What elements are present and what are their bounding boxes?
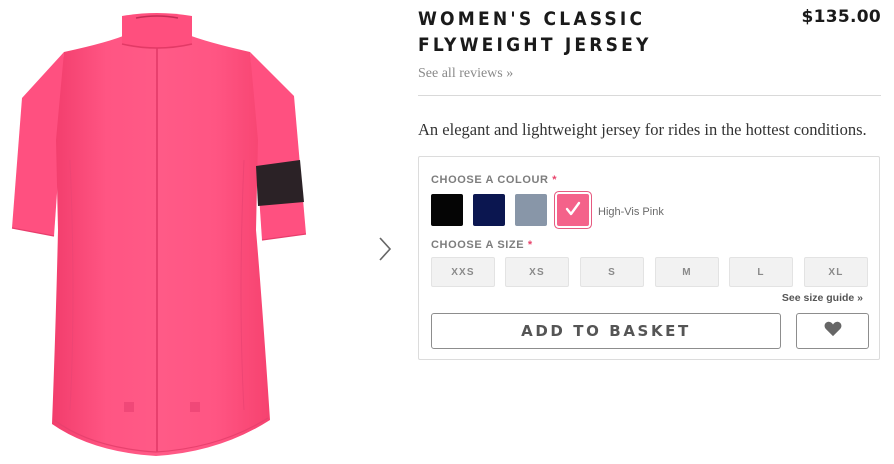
size-option-xxs[interactable]: XXS bbox=[431, 257, 495, 287]
product-description: An elegant and lightweight jersey for ri… bbox=[418, 120, 867, 139]
size-option-xl[interactable]: XL bbox=[804, 257, 868, 287]
size-option-l[interactable]: L bbox=[729, 257, 793, 287]
add-to-basket-button[interactable]: ADD TO BASKET bbox=[431, 313, 781, 349]
product-title-line2: FLYWEIGHT JERSEY bbox=[418, 34, 652, 56]
product-options-panel: CHOOSE A COLOUR * High-Vis Pink CHOOSE A… bbox=[418, 156, 880, 360]
product-price: $135.00 bbox=[801, 7, 881, 27]
colour-swatch-navy[interactable] bbox=[473, 194, 505, 226]
product-title-line1: WOMEN'S CLASSIC bbox=[418, 8, 646, 30]
size-option-xs[interactable]: XS bbox=[505, 257, 569, 287]
heart-icon bbox=[824, 321, 842, 342]
colour-label: CHOOSE A COLOUR * bbox=[431, 174, 558, 186]
jersey-image bbox=[11, 13, 307, 456]
see-all-reviews-link[interactable]: See all reviews » bbox=[418, 66, 513, 82]
chevron-right-icon bbox=[378, 236, 392, 267]
required-mark: * bbox=[527, 239, 533, 251]
size-option-m[interactable]: M bbox=[655, 257, 719, 287]
checkmark-icon bbox=[565, 201, 581, 222]
selected-colour-name: High-Vis Pink bbox=[598, 206, 664, 218]
next-image-button[interactable] bbox=[372, 236, 398, 266]
wishlist-button[interactable] bbox=[796, 313, 869, 349]
size-selector: XXS XS S M L XL bbox=[431, 257, 869, 289]
colour-swatch-black[interactable] bbox=[431, 194, 463, 226]
divider bbox=[418, 95, 881, 96]
size-label: CHOOSE A SIZE * bbox=[431, 239, 533, 251]
product-title: WOMEN'S CLASSIC FLYWEIGHT JERSEY bbox=[418, 6, 718, 58]
size-guide-link[interactable]: See size guide » bbox=[782, 292, 863, 304]
colour-swatch-grey[interactable] bbox=[515, 194, 547, 226]
product-gallery bbox=[0, 0, 410, 464]
colour-swatch-high-vis-pink[interactable] bbox=[557, 194, 589, 226]
size-option-s[interactable]: S bbox=[580, 257, 644, 287]
required-mark: * bbox=[552, 174, 558, 186]
